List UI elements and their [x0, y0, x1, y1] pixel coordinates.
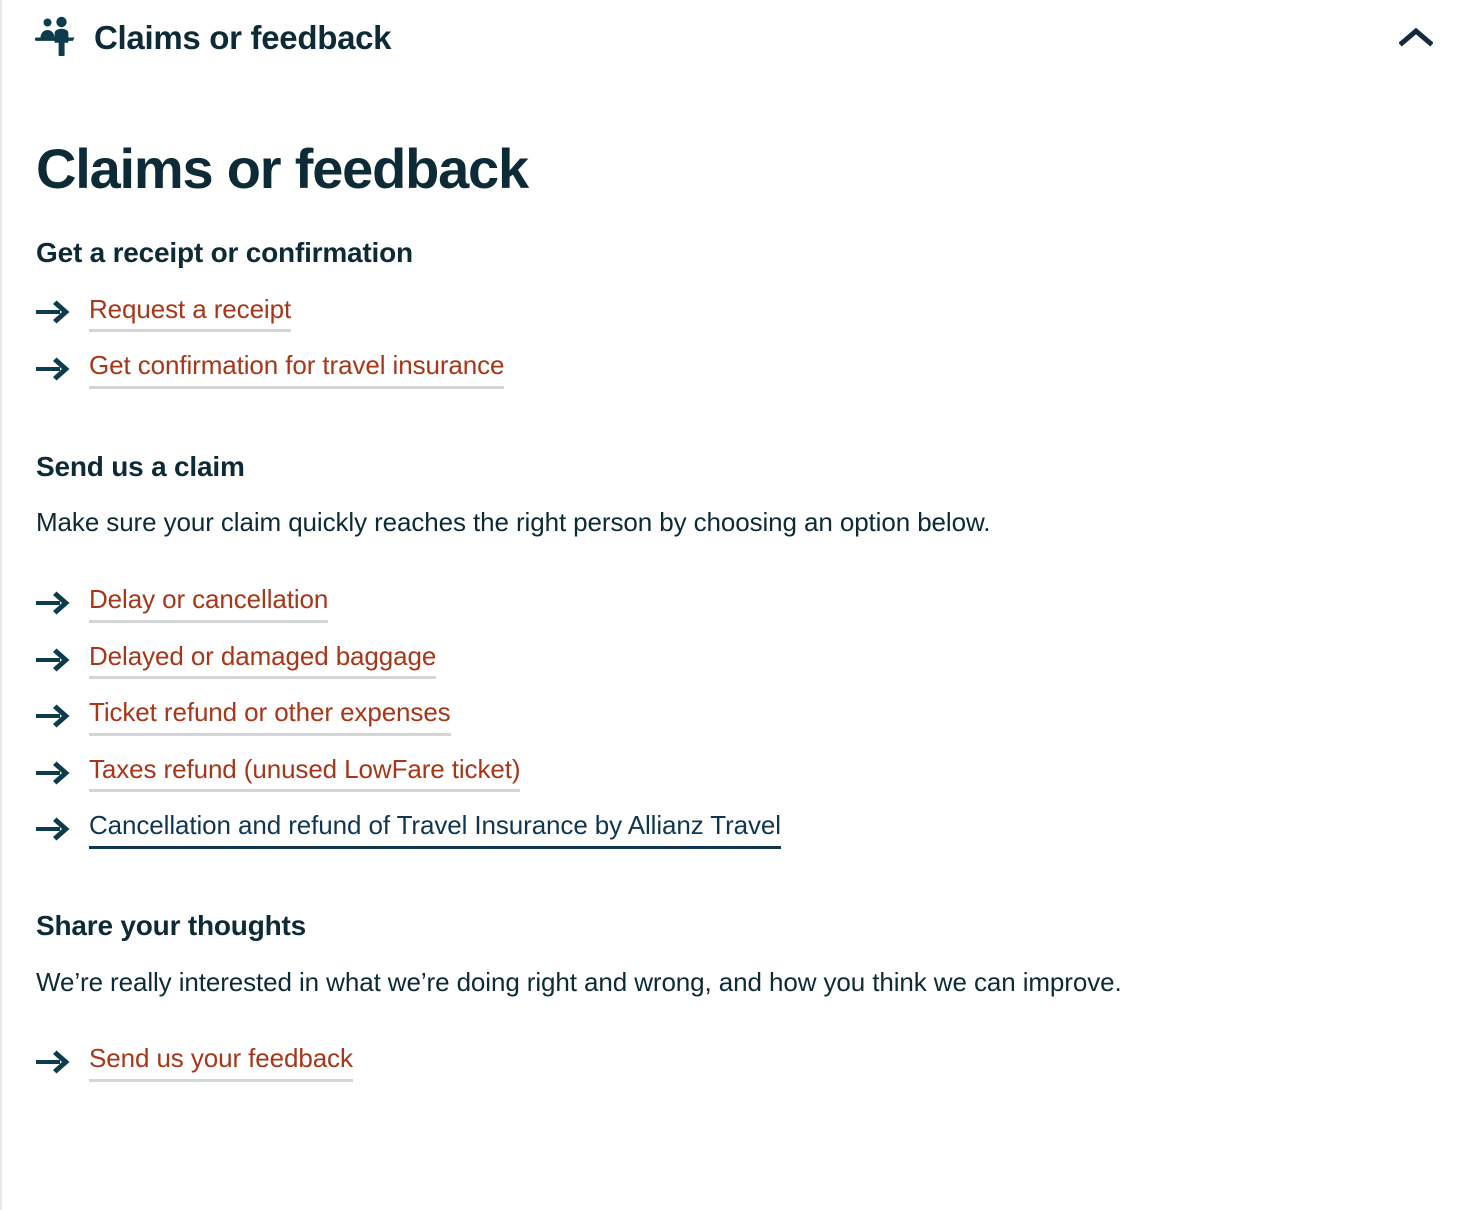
- arrow-right-icon: [36, 645, 76, 675]
- link-delay-or-cancellation[interactable]: Delay or cancellation: [89, 583, 328, 623]
- link-list-claims: Delay or cancellation Delayed or damaged…: [36, 583, 1434, 849]
- accordion-header-claims-or-feedback[interactable]: Claims or feedback: [2, 0, 1464, 74]
- section-description: We’re really interested in what we’re do…: [36, 966, 1122, 997]
- list-item: Delay or cancellation: [36, 583, 1434, 623]
- section-heading: Share your thoughts: [36, 909, 306, 941]
- section-description: Make sure your claim quickly reaches the…: [36, 507, 991, 538]
- link-send-us-your-feedback[interactable]: Send us your feedback: [89, 1042, 353, 1082]
- claims-or-feedback-panel: Claims or feedback Claims or feedback Ge…: [0, 0, 1464, 1210]
- link-ticket-refund-or-other-expenses[interactable]: Ticket refund or other expenses: [89, 696, 451, 736]
- list-item: Taxes refund (unused LowFare ticket): [36, 753, 1434, 793]
- link-cancellation-and-refund-of-travel-insurance-by-allianz-travel[interactable]: Cancellation and refund of Travel Insura…: [89, 809, 781, 849]
- list-item: Get confirmation for travel insurance: [36, 349, 1434, 389]
- link-list-feedback: Send us your feedback: [36, 1042, 1434, 1082]
- arrow-right-icon: [36, 814, 76, 844]
- accordion-title: Claims or feedback: [94, 18, 392, 56]
- list-item: Delayed or damaged baggage: [36, 640, 1434, 680]
- link-request-a-receipt[interactable]: Request a receipt: [89, 293, 291, 333]
- section-get-a-receipt-or-confirmation: Get a receipt or confirmation Request a …: [36, 236, 1434, 389]
- section-share-your-thoughts: Share your thoughts We’re really interes…: [36, 909, 1434, 1082]
- link-delayed-or-damaged-baggage[interactable]: Delayed or damaged baggage: [89, 640, 436, 680]
- arrow-right-icon: [36, 758, 76, 788]
- link-get-confirmation-for-travel-insurance[interactable]: Get confirmation for travel insurance: [89, 349, 504, 389]
- accordion-body: Claims or feedback Get a receipt or conf…: [2, 137, 1464, 1082]
- list-item: Cancellation and refund of Travel Insura…: [36, 809, 1434, 849]
- arrow-right-icon: [36, 701, 76, 731]
- link-taxes-refund-unused-lowfare-ticket[interactable]: Taxes refund (unused LowFare ticket): [89, 753, 521, 793]
- link-list-receipt: Request a receipt Get confirmation for t…: [36, 293, 1434, 389]
- arrow-right-icon: [36, 297, 76, 327]
- list-item: Ticket refund or other expenses: [36, 696, 1434, 736]
- service-desk-icon: [32, 14, 78, 60]
- section-heading: Send us a claim: [36, 450, 245, 482]
- chevron-up-icon[interactable]: [1396, 17, 1436, 57]
- section-heading: Get a receipt or confirmation: [36, 236, 413, 268]
- arrow-right-icon: [36, 1047, 76, 1077]
- list-item: Send us your feedback: [36, 1042, 1434, 1082]
- section-send-us-a-claim: Send us a claim Make sure your claim qui…: [36, 450, 1434, 849]
- page-title: Claims or feedback: [36, 137, 529, 200]
- arrow-right-icon: [36, 588, 76, 618]
- list-item: Request a receipt: [36, 293, 1434, 333]
- arrow-right-icon: [36, 354, 76, 384]
